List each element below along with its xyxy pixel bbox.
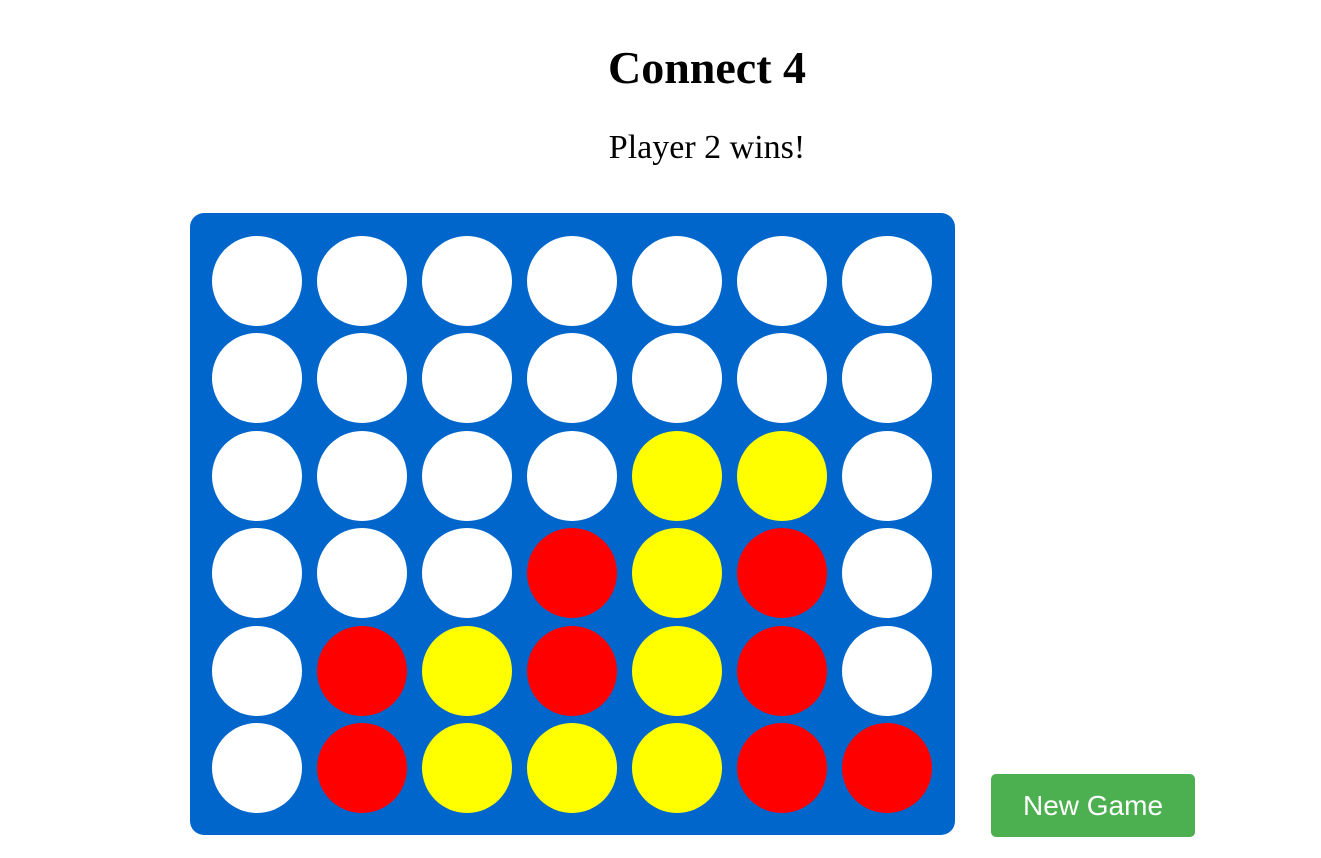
board-cell-r3-c6-player2[interactable] [737,430,827,521]
board-cell-r6-c1-empty[interactable] [212,723,302,813]
board-cell-r6-c5-player2[interactable] [632,723,722,813]
board-cell-r4-c7-empty[interactable] [842,528,932,619]
board-cell-r2-c5-empty[interactable] [632,333,722,424]
board-cell-r1-c2-empty[interactable] [317,236,407,326]
board-cell-r5-c1-empty[interactable] [212,625,302,716]
board-cell-r6-c6-player1[interactable] [737,723,827,813]
board-cell-r1-c7-empty[interactable] [842,236,932,326]
board-cell-r4-c2-empty[interactable] [317,528,407,619]
board-cell-r2-c2-empty[interactable] [317,333,407,424]
board-cell-r4-c4-player1[interactable] [527,528,617,619]
board-cell-r6-c7-player1[interactable] [842,723,932,813]
board-cell-r5-c4-player1[interactable] [527,625,617,716]
board-cell-r2-c1-empty[interactable] [212,333,302,424]
board-cell-r2-c3-empty[interactable] [422,333,512,424]
board-cell-r6-c3-player2[interactable] [422,723,512,813]
board-cell-r6-c2-player1[interactable] [317,723,407,813]
board-cell-r3-c7-empty[interactable] [842,430,932,521]
board-cell-r3-c1-empty[interactable] [212,430,302,521]
board-cell-r3-c5-player2[interactable] [632,430,722,521]
board-cell-r5-c2-player1[interactable] [317,625,407,716]
board-cell-r5-c6-player1[interactable] [737,625,827,716]
game-status: Player 2 wins! [608,129,806,166]
board-cell-r1-c1-empty[interactable] [212,236,302,326]
board-cell-r3-c4-empty[interactable] [527,430,617,521]
board-cell-r1-c6-empty[interactable] [737,236,827,326]
board-cell-r2-c7-empty[interactable] [842,333,932,424]
board-cell-r6-c4-player2[interactable] [527,723,617,813]
board-cell-r1-c3-empty[interactable] [422,236,512,326]
board-cell-r1-c5-empty[interactable] [632,236,722,326]
board-cell-r5-c3-player2[interactable] [422,625,512,716]
new-game-button[interactable]: New Game [991,774,1195,837]
board-cell-r2-c6-empty[interactable] [737,333,827,424]
game-board [190,213,955,835]
board-cell-r5-c7-empty[interactable] [842,625,932,716]
board-cell-r4-c5-player2[interactable] [632,528,722,619]
board-cell-r4-c6-player1[interactable] [737,528,827,619]
board-cell-r5-c5-player2[interactable] [632,625,722,716]
board-cell-r4-c1-empty[interactable] [212,528,302,619]
board-cell-r1-c4-empty[interactable] [527,236,617,326]
board-cell-r4-c3-empty[interactable] [422,528,512,619]
board-cell-r3-c3-empty[interactable] [422,430,512,521]
board-cell-r2-c4-empty[interactable] [527,333,617,424]
page-title: Connect 4 [607,42,807,93]
board-cell-r3-c2-empty[interactable] [317,430,407,521]
